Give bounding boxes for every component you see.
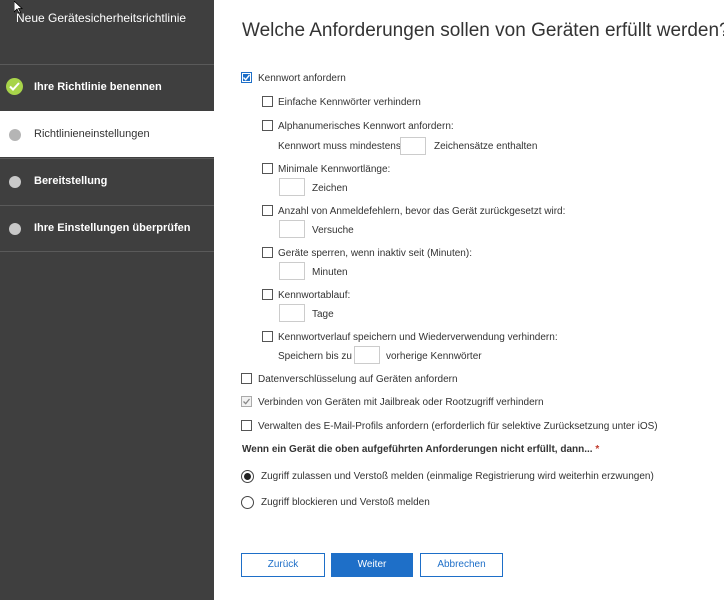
require-encryption-checkbox[interactable] — [241, 373, 252, 384]
password-expiry-label: Kennwortablauf: — [278, 290, 351, 301]
min-password-length-unit: Zeichen — [312, 183, 348, 194]
allow-access-radio[interactable] — [241, 470, 254, 483]
sidebar-divider — [0, 251, 214, 252]
password-history-input[interactable] — [354, 346, 380, 364]
password-expiry-unit: Tage — [312, 309, 334, 320]
alphanumeric-password-label: Alphanumerisches Kennwort anfordern: — [278, 121, 454, 132]
step-label: Ihre Einstellungen überprüfen — [34, 222, 191, 234]
password-history-checkbox[interactable] — [262, 331, 273, 342]
sign-in-failures-checkbox[interactable] — [262, 205, 273, 216]
noncompliance-question: Wenn ein Gerät die oben aufgeführten Anf… — [242, 444, 599, 455]
step-dot-icon — [9, 223, 21, 235]
lock-devices-input[interactable] — [279, 262, 305, 280]
step-name-policy[interactable]: Ihre Richtlinie benennen — [0, 64, 214, 110]
char-sets-input[interactable] — [400, 137, 426, 155]
noncompliance-question-text: Wenn ein Gerät die oben aufgeführten Anf… — [242, 444, 593, 455]
step-deployment[interactable]: Bereitstellung — [0, 158, 214, 204]
alphanumeric-password-checkbox[interactable] — [262, 120, 273, 131]
password-history-label: Kennwortverlauf speichern und Wiederverw… — [278, 332, 558, 343]
wizard-title: Neue Gerätesicherheitsrichtlinie — [16, 11, 187, 25]
step-label: Ihre Richtlinie benennen — [34, 81, 162, 93]
manage-email-profile-checkbox[interactable] — [241, 420, 252, 431]
sign-in-failures-label: Anzahl von Anmeldefehlern, bevor das Ger… — [278, 206, 566, 217]
checkmark-icon — [6, 78, 23, 95]
next-button[interactable]: Weiter — [331, 553, 413, 577]
sign-in-failures-input[interactable] — [279, 220, 305, 238]
sign-in-failures-unit: Versuche — [312, 225, 354, 236]
min-password-length-checkbox[interactable] — [262, 163, 273, 174]
char-sets-suffix: Zeichensätze enthalten — [434, 141, 538, 152]
sidebar: Neue Gerätesicherheitsrichtlinie Ihre Ri… — [0, 0, 214, 600]
block-access-label: Zugriff blockieren und Verstoß melden — [261, 497, 430, 508]
cancel-button[interactable]: Abbrechen — [420, 553, 503, 577]
password-expiry-checkbox[interactable] — [262, 289, 273, 300]
block-jailbreak-checkbox[interactable] — [241, 396, 252, 407]
require-encryption-label: Datenverschlüsselung auf Geräten anforde… — [258, 374, 458, 385]
required-asterisk: * — [595, 444, 600, 455]
lock-devices-unit: Minuten — [312, 267, 348, 278]
block-jailbreak-label: Verbinden von Geräten mit Jailbreak oder… — [258, 397, 544, 408]
prevent-simple-passwords-label: Einfache Kennwörter verhindern — [278, 97, 421, 108]
require-password-label: Kennwort anfordern — [258, 73, 346, 84]
block-access-radio[interactable] — [241, 496, 254, 509]
min-password-length-input[interactable] — [279, 178, 305, 196]
password-expiry-input[interactable] — [279, 304, 305, 322]
lock-devices-checkbox[interactable] — [262, 247, 273, 258]
require-password-checkbox[interactable] — [241, 72, 252, 83]
step-label: Richtlinieneinstellungen — [34, 128, 150, 140]
page-title: Welche Anforderungen sollen von Geräten … — [242, 20, 724, 41]
prevent-simple-passwords-checkbox[interactable] — [262, 96, 273, 107]
back-button[interactable]: Zurück — [241, 553, 325, 577]
step-policy-settings[interactable]: Richtlinieneinstellungen — [0, 111, 214, 157]
step-review[interactable]: Ihre Einstellungen überprüfen — [0, 205, 214, 251]
char-sets-prefix: Kennwort muss mindestens — [278, 141, 401, 152]
password-history-prefix: Speichern bis zu — [278, 351, 352, 362]
step-dot-icon — [9, 129, 21, 141]
password-history-suffix: vorherige Kennwörter — [386, 351, 482, 362]
step-dot-icon — [9, 176, 21, 188]
min-password-length-label: Minimale Kennwortlänge: — [278, 164, 391, 175]
allow-access-label: Zugriff zulassen und Verstoß melden (ein… — [261, 471, 654, 482]
step-label: Bereitstellung — [34, 175, 108, 187]
lock-devices-label: Geräte sperren, wenn inaktiv seit (Minut… — [278, 248, 472, 259]
manage-email-profile-label: Verwalten des E-Mail-Profils anfordern (… — [258, 421, 658, 432]
